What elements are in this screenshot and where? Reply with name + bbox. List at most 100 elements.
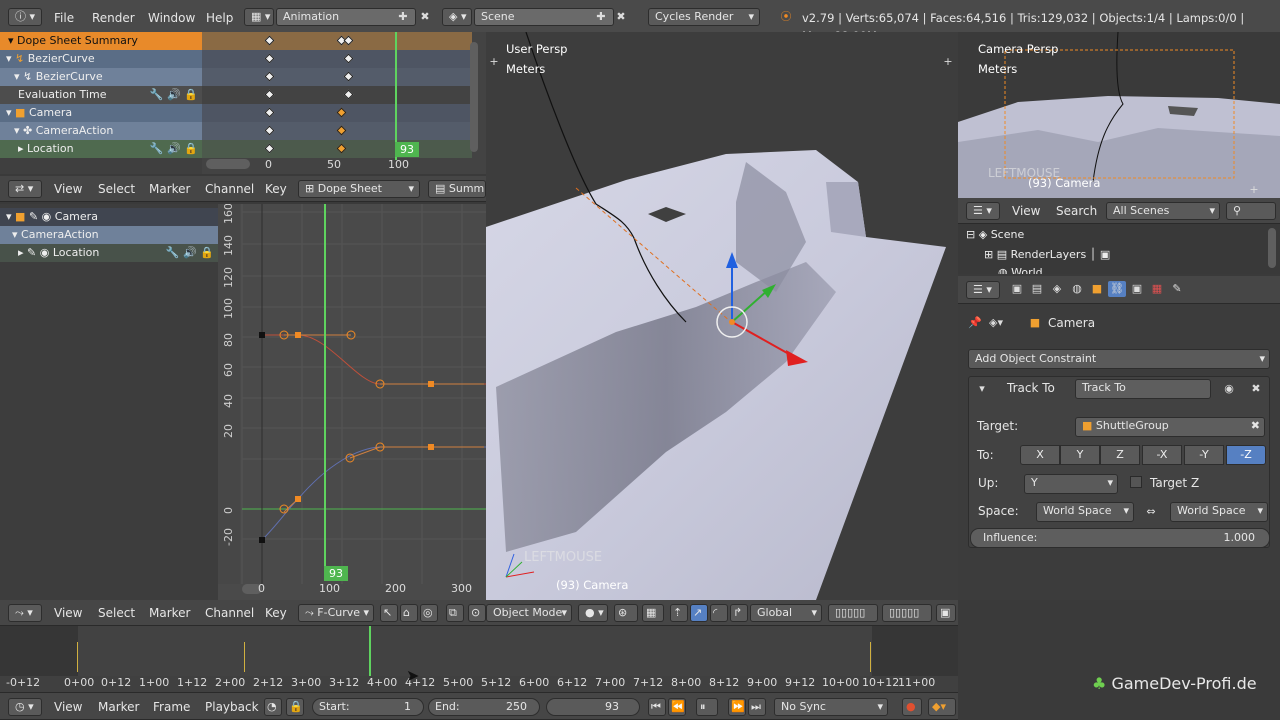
sync-mode-dropdown[interactable]: No Sync ▾ (774, 698, 888, 716)
add-scene-icon[interactable]: ✚ (594, 9, 608, 25)
eye-icon[interactable]: ◉ (40, 246, 50, 259)
vertical-scrollbar[interactable] (470, 42, 478, 152)
channel-beziercurve-data[interactable]: ▾ ↯ BezierCurve (0, 68, 202, 86)
outliner-search-field[interactable]: ⚲ (1226, 202, 1276, 220)
add-layout-icon[interactable]: ✚ (396, 9, 410, 25)
graph-channel-camera[interactable]: ▾ ■ ✎ ◉ Camera (0, 208, 218, 226)
camera-view-plus-icon[interactable]: + (1248, 182, 1260, 198)
editor-type-button[interactable]: ☰ ▾ (966, 281, 1000, 299)
to-axis-neg-z-button[interactable]: -Z (1226, 445, 1266, 465)
channel-evaluation-time[interactable]: Evaluation Time 🔧 🔊 🔒 (0, 86, 202, 104)
lock-range-toggle[interactable]: 🔒 (286, 698, 304, 716)
playhead-line[interactable] (395, 32, 397, 160)
scale-manipulator-icon[interactable]: ◜ (710, 604, 728, 622)
keyframe[interactable] (264, 89, 275, 100)
expand-icon[interactable]: ▾ (12, 228, 18, 241)
ghost-icon-button[interactable]: ⧉ (446, 604, 464, 622)
editor-type-button[interactable]: ⤳ ▾ (8, 604, 42, 622)
outliner-scrollbar[interactable] (1268, 228, 1276, 268)
pin-icon[interactable]: ✎ (27, 246, 36, 259)
visibility-eye-icon[interactable]: ◉ (1221, 381, 1237, 397)
channel-location[interactable]: ▸ Location 🔧 🔊 🔒 (0, 140, 202, 158)
close-scene-icon[interactable]: ✖ (614, 9, 628, 25)
pivot-icon-button[interactable]: ◎ (420, 604, 438, 622)
keyframe[interactable] (343, 89, 354, 100)
menu-view[interactable]: View (1012, 202, 1040, 220)
keying-set-button[interactable]: ◆▾ (928, 698, 956, 716)
channel-camera-object[interactable]: ▾ ■ Camera (0, 104, 202, 122)
graph-channel-location[interactable]: ▸ ✎ ◉ Location 🔧 🔊 🔒 (0, 244, 218, 262)
expand-icon[interactable]: ▾ (8, 34, 14, 47)
menu-select[interactable]: Select (98, 180, 135, 198)
up-axis-dropdown[interactable]: Y ▾ (1024, 474, 1118, 494)
summary-toggle[interactable]: ▤ Summ (428, 180, 486, 198)
orientation-dropdown[interactable]: Global ▾ (750, 604, 822, 622)
menu-file[interactable]: File (54, 9, 74, 27)
channel-cameraaction[interactable]: ▾ ✤ CameraAction (0, 122, 202, 140)
pin-icon[interactable]: 📌 (968, 315, 982, 331)
menu-search[interactable]: Search (1056, 202, 1097, 220)
menu-playback[interactable]: Playback (205, 698, 259, 716)
scene-icon-button[interactable]: ◈ ▾ (442, 8, 472, 26)
target-field[interactable]: ■ ShuttleGroup ✖ (1075, 417, 1265, 437)
outliner-item-renderlayers[interactable]: ⊞ ▤ RenderLayers │ ▣ (958, 246, 1268, 264)
toolshelf-plus-icon[interactable]: + (488, 54, 500, 70)
object-tab-icon[interactable]: ■ (1088, 281, 1106, 297)
channel-dope-sheet-summary[interactable]: ▾ Dope Sheet Summary (0, 32, 202, 50)
render-preview-icon[interactable]: ▣ (936, 604, 956, 622)
3d-viewport[interactable]: User Persp Meters LEFTMOUSE (93) Camera … (486, 32, 958, 600)
editor-type-button[interactable]: ◷ ▾ (8, 698, 42, 716)
menu-help[interactable]: Help (206, 9, 233, 27)
translate-manipulator-icon[interactable]: ⇡ (670, 604, 688, 622)
start-frame-field[interactable]: Start: 1 (312, 698, 424, 716)
world-tab-icon[interactable]: ◍ (1068, 281, 1086, 297)
pin-icon[interactable]: ✎ (29, 210, 38, 223)
dopesheet-keyframe-area[interactable]: 93 0 50 100 (202, 32, 486, 174)
end-frame-field[interactable]: End: 250 (428, 698, 540, 716)
pivot-dropdown[interactable]: ⊛ (614, 604, 638, 622)
constraint-name-field[interactable]: Track To (1075, 379, 1211, 399)
scene-tab-icon[interactable]: ◈ (1048, 281, 1066, 297)
data-tab-icon[interactable]: ▣ (1128, 281, 1146, 297)
properties-plus-icon[interactable]: + (942, 54, 954, 70)
outliner-item-world[interactable]: ◍ World (958, 264, 1268, 274)
menu-frame[interactable]: Frame (153, 698, 190, 716)
graph-canvas[interactable] (218, 204, 486, 600)
outliner-item-scene[interactable]: ⊟ ◈ Scene (958, 226, 1268, 244)
expand-icon[interactable]: ▾ (6, 106, 12, 119)
menu-view[interactable]: View (54, 698, 82, 716)
menu-channel[interactable]: Channel (205, 604, 254, 622)
editor-type-button[interactable]: ⇄ ▾ (8, 180, 42, 198)
menu-view[interactable]: View (54, 180, 82, 198)
constraint-tab-icon[interactable]: ⛓ (1108, 281, 1126, 297)
to-axis-neg-x-button[interactable]: -X (1142, 445, 1182, 465)
scene-field[interactable]: Scene (474, 8, 614, 26)
editor-type-button[interactable]: ☰ ▾ (966, 202, 1000, 220)
to-axis-z-button[interactable]: Z (1100, 445, 1140, 465)
graph-mode-dropdown[interactable]: ⤳ F-Curve ▾ (298, 604, 374, 622)
channel-toggle-icons[interactable]: 🔧 🔊 🔒 (150, 140, 198, 158)
screen-layout-icon-button[interactable]: ▦ ▾ (244, 8, 274, 26)
render-engine-dropdown[interactable]: Cycles Render ▾ (648, 8, 760, 26)
rotate-manipulator-icon[interactable]: ↗ (690, 604, 708, 622)
manipulator-toggle[interactable]: ▦ (642, 604, 664, 622)
menu-window[interactable]: Window (148, 9, 195, 27)
expand-icon[interactable]: ▾ (6, 52, 12, 65)
layers-grid-b[interactable]: ▯▯▯▯▯ (882, 604, 932, 622)
screen-layout-field[interactable]: Animation (276, 8, 416, 26)
graph-channel-cameraaction[interactable]: ▾ CameraAction (0, 226, 218, 244)
physics-tab-icon[interactable]: ✎ (1168, 281, 1186, 297)
menu-key[interactable]: Key (265, 604, 287, 622)
menu-select[interactable]: Select (98, 604, 135, 622)
menu-marker[interactable]: Marker (149, 180, 190, 198)
terrain-render[interactable] (486, 32, 958, 600)
cursor-icon-button[interactable]: ↖ (380, 604, 398, 622)
expand-icon[interactable]: ▾ (14, 70, 20, 83)
filter-icon-button[interactable]: ⊙ (468, 604, 486, 622)
expand-icon[interactable]: ▾ (6, 210, 12, 223)
menu-key[interactable]: Key (265, 180, 287, 198)
channel-toggle-icons[interactable]: 🔧 🔊 🔒 (150, 86, 198, 104)
to-axis-neg-y-button[interactable]: -Y (1184, 445, 1224, 465)
layers-grid-a[interactable]: ▯▯▯▯▯ (828, 604, 878, 622)
camera-viewport[interactable]: Camera Persp Meters LEFTMOUSE (93) Camer… (958, 32, 1280, 198)
